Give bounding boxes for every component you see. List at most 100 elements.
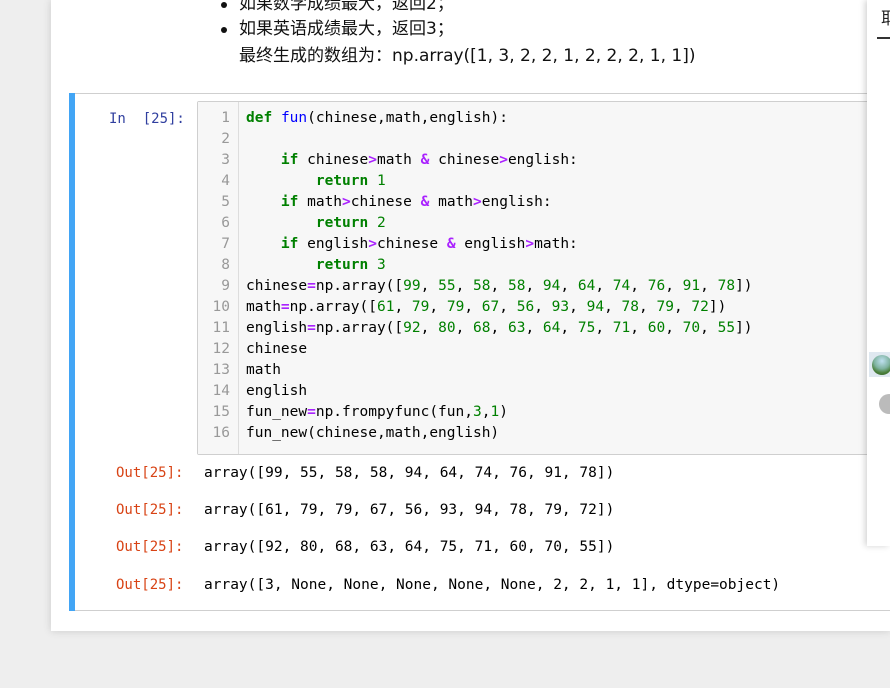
line-number: 11	[212, 320, 230, 336]
bullet-text: 如果英语成绩最大，返回3；	[239, 19, 454, 39]
line-number: 2	[221, 131, 230, 147]
markdown-cell[interactable]: 如果数学成绩最大，返回2； 如果英语成绩最大，返回3； 最终生成的数组为：np.…	[51, 0, 890, 78]
code-token: ,	[455, 320, 474, 336]
code-token: ,	[569, 299, 587, 315]
code-token: 78	[621, 299, 639, 315]
code-token: 67	[481, 299, 500, 315]
code-token: 80	[438, 320, 456, 336]
code-token: 58	[473, 278, 491, 294]
side-tab-label[interactable]: 耶	[881, 4, 890, 29]
code-token: 1	[376, 173, 386, 189]
code-token: 1	[490, 404, 500, 420]
code-token: ,	[490, 278, 508, 294]
code-line: if chinese>math & chinese>english:	[246, 150, 578, 171]
line-number: 6	[221, 215, 230, 231]
code-token: ,	[665, 320, 683, 336]
code-token: ,	[673, 299, 692, 315]
code-token: 75	[577, 320, 596, 336]
code-line: if math>chinese & math>english:	[246, 192, 552, 213]
code-line: english	[246, 381, 307, 402]
code-token: ])	[735, 320, 753, 336]
line-number: 10	[212, 299, 230, 315]
code-token: >	[368, 152, 377, 168]
code-token: 70	[682, 320, 701, 336]
code-token: 79	[656, 299, 674, 315]
code-token: =	[307, 404, 316, 420]
code-token: =	[280, 299, 290, 315]
line-number: 3	[221, 152, 230, 168]
code-token: ,	[420, 320, 439, 336]
code-token: >	[368, 236, 377, 252]
code-token: ,	[420, 278, 439, 294]
code-token: ,	[665, 278, 683, 294]
bullet-item: 如果数学成绩最大，返回2；	[217, 0, 454, 17]
code-token: math	[298, 194, 343, 210]
code-token: ,	[595, 278, 613, 294]
code-line: math	[246, 360, 281, 381]
code-token: np.array([	[315, 278, 404, 294]
avatar[interactable]	[869, 352, 890, 377]
code-line: return 3	[246, 255, 386, 276]
code-token: 94	[586, 299, 605, 315]
bullet-list: 如果数学成绩最大，返回2； 如果英语成绩最大，返回3；	[217, 0, 454, 42]
code-token: 93	[551, 299, 570, 315]
code-token: ,	[534, 299, 552, 315]
code-token: ,	[394, 299, 412, 315]
code-token: =	[307, 320, 316, 336]
bullet-dot-icon	[221, 27, 227, 33]
code-token: 55	[438, 278, 456, 294]
output-text: array([99, 55, 58, 58, 94, 64, 74, 76, 9…	[204, 465, 615, 481]
code-token: 63	[507, 320, 526, 336]
code-line: chinese	[246, 339, 307, 360]
code-token: 76	[647, 278, 666, 294]
code-token: 68	[473, 320, 491, 336]
code-line: return 1	[246, 171, 386, 192]
code-token: english	[246, 320, 308, 336]
output-prompt: Out[25]:	[116, 577, 184, 593]
code-token: 92	[403, 320, 421, 336]
code-token: ,	[560, 278, 578, 294]
code-token: 79	[446, 299, 465, 315]
code-token: 2	[376, 215, 386, 231]
code-token: ,	[700, 278, 718, 294]
line-number: 16	[212, 425, 230, 441]
output-text: array([3, None, None, None, None, None, …	[204, 577, 781, 593]
code-token: ,	[525, 278, 543, 294]
notebook-page: 如果数学成绩最大，返回2； 如果英语成绩最大，返回3； 最终生成的数组为：np.…	[51, 0, 890, 631]
code-token: 61	[376, 299, 395, 315]
code-token: math	[246, 362, 281, 378]
bullet-dot-icon	[221, 2, 227, 8]
code-token: if	[280, 152, 299, 168]
avatar-image	[872, 355, 890, 375]
code-token: fun_new	[246, 404, 308, 420]
code-token: 3	[376, 257, 386, 273]
code-token: >	[525, 236, 535, 252]
line-number: 5	[221, 194, 230, 210]
code-token: 99	[403, 278, 421, 294]
line-number: 7	[221, 236, 230, 252]
code-token: return	[315, 173, 369, 189]
code-token: chinese	[376, 236, 447, 252]
code-token: ,	[560, 320, 578, 336]
code-cell[interactable]: In [25]: 1 2 3 4 5 6 7 8 9 10 11 12 13 14 15 16 def fun…	[69, 93, 890, 611]
code-line: return 2	[246, 213, 386, 234]
code-token: math	[429, 194, 474, 210]
code-token: fun	[280, 110, 308, 126]
code-token: ])	[708, 299, 727, 315]
code-token: ,	[490, 320, 508, 336]
code-token: math:	[534, 236, 578, 252]
code-token: 60	[647, 320, 666, 336]
code-token: chinese	[429, 152, 500, 168]
code-token: english	[246, 383, 308, 399]
code-editor[interactable]: 1 2 3 4 5 6 7 8 9 10 11 12 13 14 15 16 def fun(chinese,…	[197, 101, 890, 455]
code-token: english:	[481, 194, 552, 210]
user-icon[interactable]	[879, 394, 890, 414]
code-token: fun_new(chinese,math,english)	[246, 425, 500, 441]
code-token: 56	[516, 299, 535, 315]
bullet-item: 如果英语成绩最大，返回3；	[217, 17, 454, 42]
